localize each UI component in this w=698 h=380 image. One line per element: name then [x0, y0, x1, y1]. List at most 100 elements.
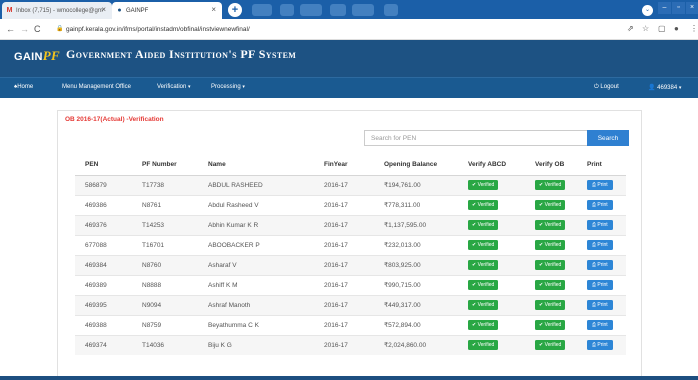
nav-verification-label: Verification	[157, 84, 187, 90]
browser-tab-gainpf[interactable]: ● GAINPF ×	[112, 2, 222, 19]
minimize-icon[interactable]: –	[658, 2, 671, 14]
verified-label: Verified	[477, 342, 495, 349]
col-header-verify-abcd: Verify ABCD	[458, 155, 525, 176]
print-label: Print	[597, 202, 608, 208]
verified-label: Verified	[477, 302, 495, 308]
cell-finyear: 2016-17	[314, 214, 374, 235]
verified-label: Verified	[477, 182, 495, 188]
verified-ob-badge[interactable]: ✔ Verified	[535, 200, 566, 210]
nav-management-office[interactable]: Menu Management Office	[62, 84, 131, 90]
verified-abcd-badge[interactable]: ✔ Verified	[468, 320, 499, 330]
verified-abcd-badge[interactable]: ✔ Verified	[468, 300, 499, 310]
check-circle-icon: ✔	[539, 322, 544, 328]
verified-abcd-badge[interactable]: ✔ Verified	[468, 280, 499, 290]
cell-name: Biju K G	[198, 334, 314, 355]
side-panel-icon[interactable]: ▢	[658, 24, 666, 33]
browser-tab-gmail[interactable]: M Inbox (7,715) - wmocollege@gm ×	[2, 2, 112, 19]
nav-processing[interactable]: Processing ▾	[211, 84, 245, 90]
print-button[interactable]: ⎙ Print	[587, 180, 613, 190]
verified-abcd-badge[interactable]: ✔ Verified	[468, 240, 499, 250]
print-button[interactable]: ⎙ Print	[587, 340, 613, 351]
verified-ob-badge[interactable]: ✔ Verified	[535, 300, 566, 310]
table-row: 469389 N8888 Ashiff K M 2016-17 ₹990,715.00 ✔…	[75, 274, 626, 295]
verified-ob-badge[interactable]: ✔ Verified	[535, 240, 566, 250]
cell-opening-balance: ₹2,024,860.00	[374, 334, 458, 355]
cell-verify-ob: ✔ Verified	[525, 214, 577, 235]
cell-name: Abhin Kumar K R	[198, 214, 314, 235]
print-button[interactable]: ⎙ Print	[587, 220, 613, 230]
verified-ob-badge[interactable]: ✔ Verified	[535, 180, 566, 190]
window-close-icon[interactable]: ×	[686, 2, 698, 14]
blurred-tab	[384, 4, 398, 16]
search-button[interactable]: Search	[587, 130, 629, 146]
verified-ob-badge[interactable]: ✔ Verified	[535, 280, 566, 290]
verified-abcd-badge[interactable]: ✔ Verified	[468, 220, 499, 230]
nav-user-menu[interactable]: 👤 469384 ▾	[648, 84, 681, 91]
print-button[interactable]: ⎙ Print	[587, 300, 613, 310]
printer-icon: ⎙	[592, 222, 597, 228]
verified-ob-badge[interactable]: ✔ Verified	[535, 320, 566, 330]
print-button[interactable]: ⎙ Print	[587, 320, 613, 330]
nav-logout[interactable]: ⏻ Logout	[594, 84, 619, 91]
verified-label: Verified	[544, 322, 562, 328]
tab-search-icon[interactable]: ⌄	[642, 5, 653, 16]
cell-pf-number: T14253	[132, 214, 198, 235]
cell-verify-ob: ✔ Verified	[525, 314, 577, 335]
check-circle-icon: ✔	[539, 242, 544, 248]
share-icon[interactable]: ⇗	[627, 24, 634, 33]
cell-print: ⎙ Print	[577, 194, 626, 215]
verified-ob-badge[interactable]: ✔ Verified	[535, 340, 566, 351]
verified-abcd-badge[interactable]: ✔ Verified	[468, 340, 499, 351]
tab-label: GAINPF	[126, 7, 149, 14]
close-tab-icon[interactable]: ×	[101, 5, 106, 14]
col-header-pf-number: PF Number	[132, 155, 198, 176]
print-button[interactable]: ⎙ Print	[587, 200, 613, 210]
check-circle-icon: ✔	[472, 322, 477, 328]
blurred-tab	[280, 4, 294, 16]
cell-opening-balance: ₹232,013.00	[374, 234, 458, 255]
search-pen-input[interactable]	[364, 130, 588, 146]
close-tab-icon[interactable]: ×	[211, 5, 216, 14]
logout-icon: ⏻	[594, 84, 599, 90]
bookmark-star-icon[interactable]: ☆	[642, 24, 649, 33]
verified-ob-badge[interactable]: ✔ Verified	[535, 260, 566, 270]
nav-home[interactable]: ♠Home	[14, 84, 33, 90]
verified-label: Verified	[544, 242, 562, 248]
printer-icon: ⎙	[592, 242, 597, 248]
tab-label: Inbox (7,715) - wmocollege@gm	[16, 7, 103, 14]
url-field[interactable]: 🔒 gainpf.kerala.gov.in/ifms/portal/insta…	[56, 23, 646, 36]
verified-abcd-badge[interactable]: ✔ Verified	[468, 200, 499, 210]
print-button[interactable]: ⎙ Print	[587, 280, 613, 290]
forward-icon[interactable]: →	[20, 24, 29, 34]
cell-finyear: 2016-17	[314, 254, 374, 275]
cell-opening-balance: ₹449,317.00	[374, 294, 458, 315]
verified-abcd-badge[interactable]: ✔ Verified	[468, 260, 499, 270]
cell-verify-ob: ✔ Verified	[525, 234, 577, 255]
reload-icon[interactable]: C	[34, 24, 41, 34]
cell-name: Abdul Rasheed V	[198, 194, 314, 215]
cell-pf-number: N9094	[132, 294, 198, 315]
new-tab-button[interactable]: +	[228, 3, 242, 17]
menu-kebab-icon[interactable]: ⋮	[690, 24, 698, 33]
print-button[interactable]: ⎙ Print	[587, 240, 613, 250]
nav-home-label: Home	[17, 84, 34, 90]
profile-avatar-icon[interactable]: ●	[674, 24, 679, 33]
cell-pf-number: N8759	[132, 314, 198, 335]
back-icon[interactable]: ←	[6, 24, 15, 34]
check-circle-icon: ✔	[539, 302, 544, 308]
cell-verify-abcd: ✔ Verified	[458, 294, 525, 315]
cell-pf-number: N8760	[132, 254, 198, 275]
verified-abcd-badge[interactable]: ✔ Verified	[468, 180, 499, 190]
cell-name: Ashraf Manoth	[198, 294, 314, 315]
verified-ob-badge[interactable]: ✔ Verified	[535, 220, 566, 230]
printer-icon: ⎙	[592, 322, 597, 328]
cell-verify-ob: ✔ Verified	[525, 334, 577, 355]
cell-print: ⎙ Print	[577, 294, 626, 315]
check-circle-icon: ✔	[472, 202, 477, 208]
nav-verification[interactable]: Verification ▾	[157, 84, 191, 90]
print-button[interactable]: ⎙ Print	[587, 260, 613, 270]
cell-finyear: 2016-17	[314, 174, 374, 195]
browser-tab-strip: M Inbox (7,715) - wmocollege@gm × ● GAIN…	[0, 0, 698, 19]
maximize-icon[interactable]: ▫	[672, 2, 685, 14]
app-logo[interactable]: GAINPF	[14, 48, 60, 64]
